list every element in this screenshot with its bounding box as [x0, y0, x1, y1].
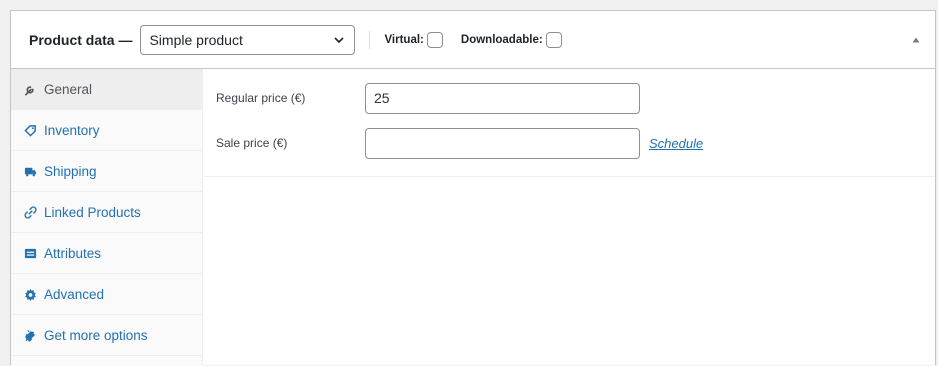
tag-icon	[23, 123, 37, 137]
product-type-value: Simple product	[149, 31, 243, 48]
wrench-icon	[23, 82, 37, 96]
link-icon	[23, 205, 37, 219]
tab-label: Advanced	[44, 286, 105, 302]
tab-label: Attributes	[44, 245, 102, 261]
downloadable-option: Downloadable:	[460, 31, 562, 48]
triangle-up-icon[interactable]	[911, 35, 921, 45]
truck-icon	[23, 164, 37, 178]
general-tab-panel: Regular price (€) Sale price (€) Schedul…	[204, 69, 935, 366]
panel-title: Product data —	[29, 31, 133, 48]
product-data-tabs: General Inventory Shipping Linked Produc…	[11, 69, 203, 366]
tab-advanced[interactable]: Advanced	[11, 274, 202, 315]
header-divider	[369, 30, 371, 49]
tab-label: Inventory	[44, 122, 100, 138]
plugin-icon	[23, 328, 37, 342]
virtual-option: Virtual:	[384, 31, 443, 48]
product-type-select[interactable]: Simple product	[140, 24, 356, 55]
virtual-label: Virtual:	[384, 33, 424, 46]
tab-get-more-options[interactable]: Get more options	[11, 315, 202, 356]
chevron-down-icon	[334, 36, 345, 43]
virtual-checkbox[interactable]	[426, 31, 443, 48]
tab-label: Get more options	[44, 327, 148, 343]
tab-linked-products[interactable]: Linked Products	[11, 192, 202, 233]
gear-icon	[23, 287, 37, 301]
tab-label: General	[44, 81, 93, 97]
schedule-link[interactable]: Schedule	[649, 136, 703, 151]
list-icon	[23, 246, 37, 260]
regular-price-label: Regular price (€)	[216, 91, 306, 105]
tab-inventory[interactable]: Inventory	[11, 110, 202, 151]
tab-label: Shipping	[44, 163, 97, 179]
tab-label: Linked Products	[44, 204, 141, 220]
downloadable-label: Downloadable:	[460, 33, 543, 46]
sale-price-label: Sale price (€)	[216, 136, 288, 150]
sale-price-row: Sale price (€) Schedule	[204, 127, 935, 159]
product-data-header: Product data — Simple product Virtual: D…	[11, 11, 935, 69]
tab-general[interactable]: General	[11, 69, 202, 110]
product-data-panel: Product data — Simple product Virtual: D…	[10, 10, 936, 366]
page-background: Product data — Simple product Virtual: D…	[0, 0, 938, 366]
pricing-fields: Regular price (€) Sale price (€) Schedul…	[204, 69, 935, 177]
regular-price-row: Regular price (€)	[204, 82, 935, 114]
tab-shipping[interactable]: Shipping	[11, 151, 202, 192]
tab-attributes[interactable]: Attributes	[11, 233, 202, 274]
sale-price-input[interactable]	[365, 127, 640, 159]
regular-price-input[interactable]	[365, 82, 640, 114]
downloadable-checkbox[interactable]	[545, 31, 562, 48]
